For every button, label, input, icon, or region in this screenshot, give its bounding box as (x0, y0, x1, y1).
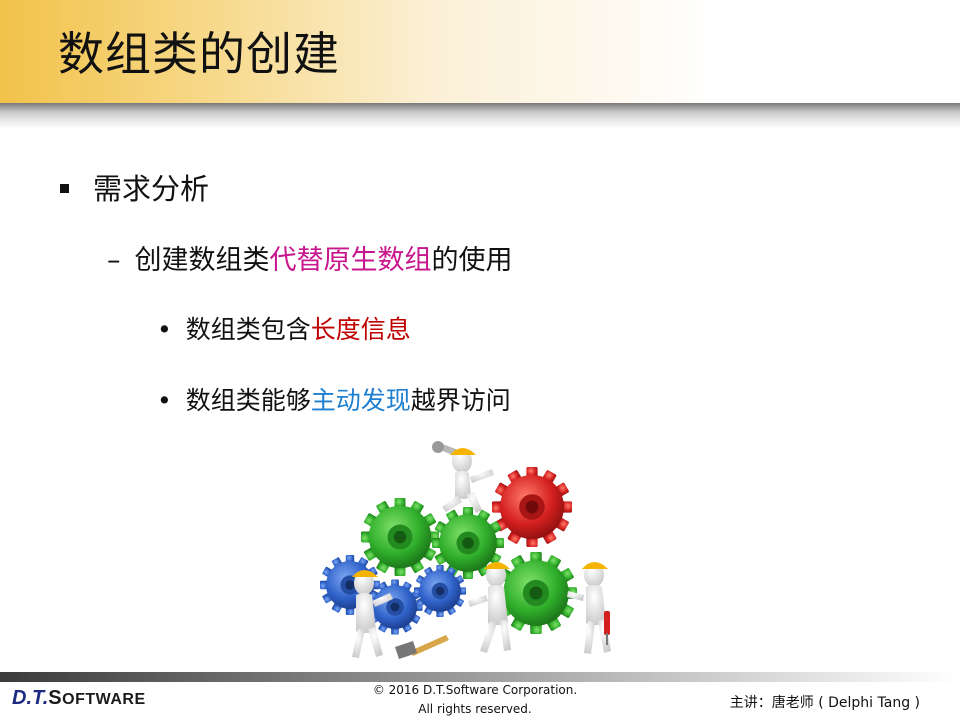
bullet-level1-text: 需求分析 (93, 172, 210, 206)
bullet-level3-length-highlight: 长度信息 (310, 315, 411, 344)
bullet-level3-length: • 数组类包含长度信息 (157, 310, 411, 346)
lecturer-credit: 主讲：唐老师 ( Delphi Tang ) (729, 695, 920, 711)
bullet-level3-bounds: • 数组类能够主动发现越界访问 (157, 381, 511, 417)
red-gear-icon (492, 467, 572, 547)
copyright-notice: © 2016 D.T.Software Corporation. All rig… (340, 681, 610, 719)
hammer-icon (395, 635, 449, 659)
dot-bullet-icon: • (157, 386, 172, 415)
bullet-level2-pre: 创建数组类 (134, 245, 270, 276)
bullet-level3-bounds-post: 越界访问 (410, 386, 511, 415)
bullet-level3-bounds-highlight: 主动发现 (310, 386, 411, 415)
bullet-level2-post: 的使用 (431, 245, 513, 276)
bullet-level1: 需求分析 (60, 166, 209, 208)
worker-with-wrench-figure (432, 441, 494, 513)
slide-title: 数组类的创建 (58, 27, 340, 81)
logo-software-initial: S (48, 687, 63, 709)
bullet-level2: – 创建数组类代替原生数组的使用 (107, 238, 513, 277)
worker-with-screwdriver-figure (567, 562, 611, 654)
dt-software-logo: D.T.SOFTWARE (12, 687, 146, 710)
copyright-line1: © 2016 D.T.Software Corporation. (372, 683, 578, 697)
logo-dt-text: D.T. (12, 687, 49, 709)
green-gear-icon (361, 498, 439, 576)
title-shadow (0, 103, 960, 129)
bullet-level3-length-pre: 数组类包含 (185, 315, 311, 344)
worker-pushing-figure (468, 562, 511, 653)
copyright-line2: All rights reserved. (418, 702, 532, 716)
bullet-level2-highlight: 代替原生数组 (269, 245, 432, 276)
gears-teamwork-illustration (320, 441, 611, 659)
dot-bullet-icon: • (157, 315, 172, 344)
square-bullet-icon (60, 183, 69, 193)
logo-software-rest: OFTWARE (62, 691, 146, 708)
bullet-level3-bounds-pre: 数组类能够 (185, 386, 311, 415)
dash-bullet-icon: – (107, 245, 121, 276)
